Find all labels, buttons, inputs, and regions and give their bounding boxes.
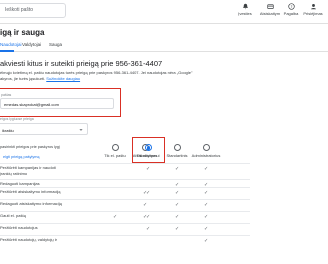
check-icon: ✓ bbox=[175, 202, 180, 208]
check-icon: ✓ bbox=[204, 166, 209, 172]
account-icon bbox=[310, 4, 316, 10]
check-icon: ✓ bbox=[204, 226, 209, 232]
check-icon: ✓ bbox=[175, 226, 180, 232]
description-line-2: akyros, jie turės jąsukurti. Sužinokite … bbox=[0, 76, 240, 82]
check-icon: ✓ bbox=[175, 190, 180, 196]
check-icon: ✓ bbox=[175, 214, 180, 220]
card-icon bbox=[266, 4, 274, 9]
email-field-highlight: paštas emedas.skaprokat@gmail.com bbox=[0, 88, 121, 117]
check-icon: ✓ bbox=[146, 226, 151, 232]
top-bar: Ieškoti pašto Įvesties Atsiskaitym ? Pag… bbox=[0, 0, 328, 24]
help-button[interactable]: ? Pagalba bbox=[279, 3, 303, 16]
access-level-heading: pasirinkti prieigos prie paskyros lygį bbox=[0, 145, 60, 149]
selected-option-highlight bbox=[132, 137, 165, 163]
access-level-select[interactable]: ikraštu bbox=[0, 123, 88, 135]
tab-managers[interactable]: Valdytojai bbox=[22, 42, 41, 47]
permission-label: Gauti el. paštą bbox=[0, 213, 26, 218]
radio-button[interactable] bbox=[173, 144, 181, 151]
email-field[interactable]: emedas.skaprokat@gmail.com bbox=[0, 98, 114, 109]
tab-security[interactable]: Sauga bbox=[49, 42, 62, 47]
check-icon: ✓ bbox=[204, 190, 209, 196]
tab-bar: Naudotojai Valdytojai Sauga bbox=[0, 40, 328, 52]
table-row: Peržiūrėti naudotojus ✓ ✓ ✓ bbox=[0, 223, 250, 235]
table-row: Redaguoti atsiskaitymo informaciją ✓ ✓ ✓ bbox=[0, 199, 250, 211]
permission-label: Peržiūrėti naudotojus bbox=[0, 225, 38, 230]
check-icon: ✓ bbox=[175, 166, 180, 172]
check-icon: ✓ bbox=[204, 214, 209, 220]
check-icon: ✓ bbox=[143, 202, 148, 208]
table-row: Peržiūrėti kampanijas ir naudoti įrankių … bbox=[0, 163, 250, 179]
permission-label-continued: įrankių ratinimo bbox=[0, 170, 28, 176]
check-icon: ✓ bbox=[204, 238, 209, 244]
permission-label: Peržiūrėti naudotojų, valdytojų ir bbox=[0, 237, 57, 242]
access-option-admin[interactable]: Administratorius bbox=[186, 144, 226, 158]
table-row: Peržiūrėti atsiskaitymo informaciją ✓ ✓ ✓ ✓ bbox=[0, 187, 250, 199]
access-levels-link[interactable]: elgti prieigą pašylymą bbox=[3, 155, 40, 159]
radio-button[interactable] bbox=[111, 144, 119, 151]
account-button[interactable]: Prisiėjimas bbox=[301, 3, 325, 16]
notifications-label: Įvesties bbox=[238, 11, 252, 16]
check-icon: ✓ bbox=[204, 202, 209, 208]
check-icon: ✓ bbox=[146, 166, 151, 172]
email-label: paštas bbox=[1, 93, 12, 97]
help-label: Pagalba bbox=[283, 11, 299, 16]
access-option-label: Administratorius bbox=[191, 153, 221, 158]
search-input[interactable]: Ieškoti pašto bbox=[0, 3, 66, 18]
permission-label: Redaguoti atsiskaitymo informaciją bbox=[0, 201, 62, 206]
search-placeholder: Ieškoti pašto bbox=[5, 7, 34, 13]
access-level-label: eigos lygiuose prieiga bbox=[0, 117, 34, 121]
active-tab-indicator bbox=[0, 50, 14, 52]
table-row: Gauti el. paštą ✓ ✓ ✓ ✓ ✓ bbox=[0, 211, 250, 223]
invite-description: ėlmąjo kvietimą el. paštu naudotojas tur… bbox=[0, 70, 240, 82]
check-icon: ✓ bbox=[146, 214, 151, 220]
learn-more-link[interactable]: Sužinokite daugiau bbox=[46, 76, 80, 81]
check-icon: ✓ bbox=[146, 190, 151, 196]
description-text: akyros, jie turės jąsukurti. bbox=[0, 76, 46, 81]
help-icon: ? bbox=[287, 3, 295, 10]
invite-title: akviesti kitus ir suteikti prieigą prie … bbox=[0, 59, 163, 68]
account-label: Prisiėjimas bbox=[303, 11, 323, 16]
svg-text:?: ? bbox=[290, 5, 292, 9]
notifications-button[interactable]: Įvesties bbox=[233, 3, 257, 16]
page-title: igą ir sauga bbox=[0, 28, 45, 37]
permission-label: Peržiūrėti atsiskaitymo informaciją bbox=[0, 189, 61, 194]
tab-users[interactable]: Naudotojai bbox=[0, 42, 22, 47]
email-value: emedas.skaprokat@gmail.com bbox=[4, 102, 59, 107]
access-level-value: ikraštu bbox=[2, 127, 14, 133]
radio-button[interactable] bbox=[202, 144, 210, 151]
bell-icon bbox=[242, 3, 248, 10]
permission-label: Redaguoti kampanijas bbox=[0, 181, 40, 186]
table-row: Peržiūrėti naudotojų, valdytojų ir ✓ bbox=[0, 235, 250, 255]
check-icon: ✓ bbox=[113, 214, 118, 220]
chevron-down-icon bbox=[79, 129, 83, 131]
table-row: Redaguoti kampanijas ✓ ✓ bbox=[0, 179, 250, 188]
